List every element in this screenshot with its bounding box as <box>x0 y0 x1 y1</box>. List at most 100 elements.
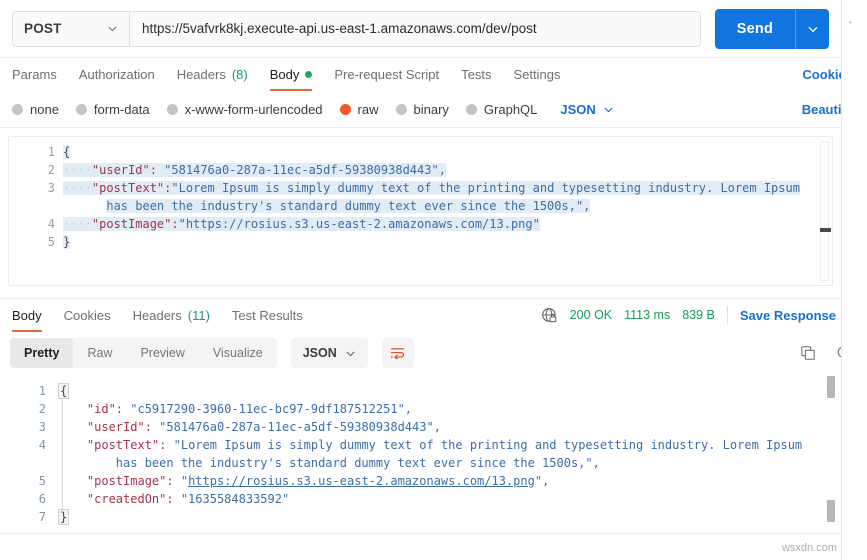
request-editor-scroll-thumb[interactable] <box>820 228 831 232</box>
response-tab-body[interactable]: Body <box>12 299 42 332</box>
watermark: wsxdn.com <box>781 542 837 554</box>
res-key-postimage: "postImage": <box>86 474 174 488</box>
send-button[interactable]: Send <box>714 8 795 49</box>
chevron-down-icon <box>603 104 614 115</box>
body-type-graphql-label: GraphQL <box>483 101 538 117</box>
body-type-none[interactable]: none <box>12 102 59 117</box>
globe-lock-icon <box>541 307 558 324</box>
body-type-raw[interactable]: raw <box>339 102 379 117</box>
radio-urlencoded-icon <box>166 103 178 115</box>
body-modified-dot-icon <box>305 71 313 78</box>
tab-headers-label: Headers <box>176 67 226 82</box>
response-size: 839 B <box>682 308 715 322</box>
req-ln-1: 1 <box>47 145 55 159</box>
radio-form-data-icon <box>75 103 87 115</box>
view-mode-visualize[interactable]: Visualize <box>199 338 277 368</box>
body-type-graphql[interactable]: GraphQL <box>465 101 538 117</box>
res-val-userid: "581476a0-287a-11ec-a5df-59380938d443", <box>151 420 441 434</box>
tab-params[interactable]: Params <box>12 58 57 91</box>
request-body-editor[interactable]: 12345 {····"userId": "581476a0-287a-11ec… <box>8 136 833 286</box>
res-ln-2: 2 <box>38 402 46 416</box>
radio-raw-icon <box>339 103 351 115</box>
req-val-posttext-cont: has been the industry's standard dummy t… <box>106 199 591 213</box>
tab-tests-label: Tests <box>461 67 492 82</box>
response-body-viewer[interactable]: 1 2 3 4 5 6 7 { "id": "c5917290-3960-11ec-bc97… <box>0 374 841 534</box>
send-options-caret[interactable] <box>795 8 829 49</box>
tab-pre-request-script-label: Pre-request Script <box>334 67 440 82</box>
tab-body[interactable]: Body <box>269 58 313 91</box>
http-method-label: POST <box>24 21 62 36</box>
res-key-posttext: "postText": <box>86 438 167 452</box>
save-response-label: Save Response <box>739 307 836 323</box>
response-tab-cookies-label: Cookies <box>63 308 111 323</box>
word-wrap-icon <box>389 346 406 361</box>
response-tab-headers-label: Headers <box>132 308 182 323</box>
request-body-code[interactable]: {····"userId": "581476a0-287a-11ec-a5df-… <box>63 143 814 251</box>
meta-divider <box>726 306 728 324</box>
save-response-button[interactable]: Save Response <box>740 308 853 323</box>
res-val-posttext-cont: has been the industry's standard dummy t… <box>115 456 600 470</box>
response-body-scrollbar[interactable] <box>827 374 835 534</box>
tab-tests[interactable]: Tests <box>461 58 491 91</box>
response-tab-headers[interactable]: Headers (11) <box>133 299 210 332</box>
req-key-postimage: "postImage": <box>91 217 179 231</box>
response-bottom-divider <box>0 533 841 534</box>
chevron-down-icon <box>345 348 356 359</box>
response-scroll-thumb-bottom[interactable] <box>827 500 835 522</box>
req-ln-3: 3 <box>47 181 55 195</box>
rail-marker-icon: • <box>849 18 852 27</box>
tab-headers-count: (8) <box>231 67 248 82</box>
view-mode-raw[interactable]: Raw <box>73 338 126 368</box>
tab-params-label: Params <box>12 67 57 82</box>
tab-pre-request-script[interactable]: Pre-request Script <box>334 58 439 91</box>
body-type-binary[interactable]: binary <box>395 101 449 117</box>
res-key-id: "id": <box>86 402 124 416</box>
body-type-urlencoded[interactable]: x-www-form-urlencoded <box>166 102 323 117</box>
word-wrap-toggle[interactable] <box>381 338 414 368</box>
tab-authorization[interactable]: Authorization <box>79 58 155 91</box>
response-scroll-thumb-top[interactable] <box>827 376 835 398</box>
url-text: https://5vafvrk8kj.execute-api.us-east-1… <box>142 21 537 36</box>
url-input[interactable]: https://5vafvrk8kj.execute-api.us-east-1… <box>130 10 701 47</box>
response-time: 1113 ms <box>624 308 671 322</box>
response-body-code[interactable]: { "id": "c5917290-3960-11ec-bc97-9df1875… <box>58 382 821 526</box>
body-type-none-label: none <box>30 101 59 117</box>
body-type-binary-label: binary <box>413 101 449 117</box>
body-type-row: none form-data x-www-form-urlencoded raw… <box>0 91 841 128</box>
tab-settings[interactable]: Settings <box>513 58 560 91</box>
request-editor-scrollbar[interactable] <box>820 141 831 281</box>
response-status: 200 OK <box>569 308 613 322</box>
req-val-posttext: "Lorem Ipsum is simply dummy text of the… <box>171 181 800 195</box>
response-tab-headers-count: (11) <box>187 308 210 323</box>
req-indent-2: ···· <box>63 163 92 177</box>
req-val-postimage: "https://rosius.s3.us-east-2.amazonaws.c… <box>178 217 540 231</box>
postman-window: POST https://5vafvrk8kj.execute-api.us-e… <box>0 0 867 560</box>
request-format-select[interactable]: JSON <box>560 102 613 117</box>
body-type-form-data[interactable]: form-data <box>75 102 150 117</box>
response-toolbar: Pretty Raw Preview Visualize JSON <box>0 332 841 374</box>
res-val-id: "c5917290-3960-11ec-bc97-9df187512251", <box>123 402 413 416</box>
req-val-userid: "581476a0-287a-11ec-a5df-59380938d443", <box>156 163 446 177</box>
copy-icon[interactable] <box>800 345 816 361</box>
req-key-userid: "userId": <box>91 163 157 177</box>
tab-headers[interactable]: Headers (8) <box>177 58 248 91</box>
radio-graphql-icon <box>465 103 477 115</box>
res-key-userid: "userId": <box>86 420 152 434</box>
view-mode-preview[interactable]: Preview <box>126 338 198 368</box>
view-mode-pretty[interactable]: Pretty <box>10 338 74 368</box>
response-line-numbers: 1 2 3 4 5 6 7 <box>0 382 46 526</box>
response-tab-test-results[interactable]: Test Results <box>232 299 303 332</box>
res-ln-7: 7 <box>38 510 46 524</box>
tab-body-label: Body <box>269 67 300 82</box>
response-tab-cookies[interactable]: Cookies <box>64 299 111 332</box>
response-format-select[interactable]: JSON <box>290 338 368 368</box>
http-method-select[interactable]: POST <box>12 10 130 47</box>
res-val-postimage-close: ", <box>534 474 550 488</box>
res-ln-1: 1 <box>38 384 46 398</box>
radio-none-icon <box>12 103 23 115</box>
res-val-createdon: "1635584833592" <box>173 492 290 506</box>
res-val-postimage-open: " <box>173 474 189 488</box>
res-line-7: } <box>58 509 70 525</box>
res-val-postimage-link[interactable]: https://rosius.s3.us-east-2.amazonaws.co… <box>188 474 535 488</box>
res-line-1: { <box>58 383 70 399</box>
